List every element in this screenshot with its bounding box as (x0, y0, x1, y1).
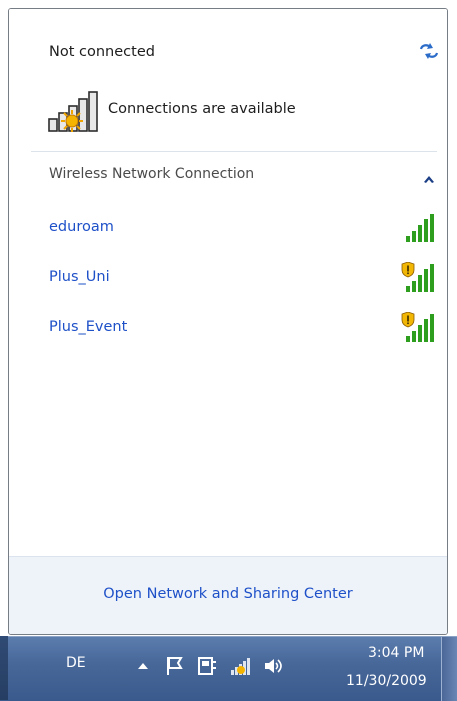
divider (31, 151, 437, 152)
show-desktop-button[interactable] (441, 637, 457, 701)
network-item-plus-uni[interactable]: Plus_Uni (35, 261, 435, 297)
clock-date[interactable]: 11/30/2009 (346, 673, 427, 689)
network-status-icon[interactable] (230, 655, 252, 677)
language-indicator[interactable]: DE (66, 655, 86, 671)
connection-status-title: Not connected (49, 44, 155, 60)
chevron-up-icon[interactable] (423, 175, 435, 184)
power-plug-icon[interactable] (196, 655, 218, 677)
show-hidden-icons-arrow-icon[interactable] (136, 659, 150, 673)
connection-status-area: Not connected Connections are available (9, 9, 447, 151)
network-name: Plus_Event (49, 319, 128, 335)
clock-time[interactable]: 3:04 PM (368, 645, 424, 661)
network-flyout: Not connected Connections are available … (8, 8, 448, 635)
wifi-signal-unsecured-icon (401, 312, 434, 342)
wifi-signal-full-icon (406, 214, 434, 242)
network-name: eduroam (49, 219, 114, 235)
volume-icon[interactable] (262, 655, 284, 677)
network-name: Plus_Uni (49, 269, 110, 285)
taskbar-left-edge (0, 636, 8, 700)
signal-bars-with-sun-icon (48, 91, 98, 132)
wifi-signal-unsecured-icon (401, 262, 434, 292)
refresh-arrows-icon[interactable] (417, 39, 441, 63)
action-center-flag-icon[interactable] (164, 655, 186, 677)
network-item-plus-event[interactable]: Plus_Event (35, 311, 435, 347)
open-network-sharing-center-link[interactable]: Open Network and Sharing Center (9, 586, 447, 602)
network-item-eduroam[interactable]: eduroam (35, 211, 435, 247)
taskbar: DE 3:04 PM 11/30/2009 (0, 636, 457, 701)
connections-available-text: Connections are available (108, 101, 296, 117)
flyout-footer: Open Network and Sharing Center (9, 556, 447, 634)
wireless-section-title[interactable]: Wireless Network Connection (49, 166, 254, 182)
